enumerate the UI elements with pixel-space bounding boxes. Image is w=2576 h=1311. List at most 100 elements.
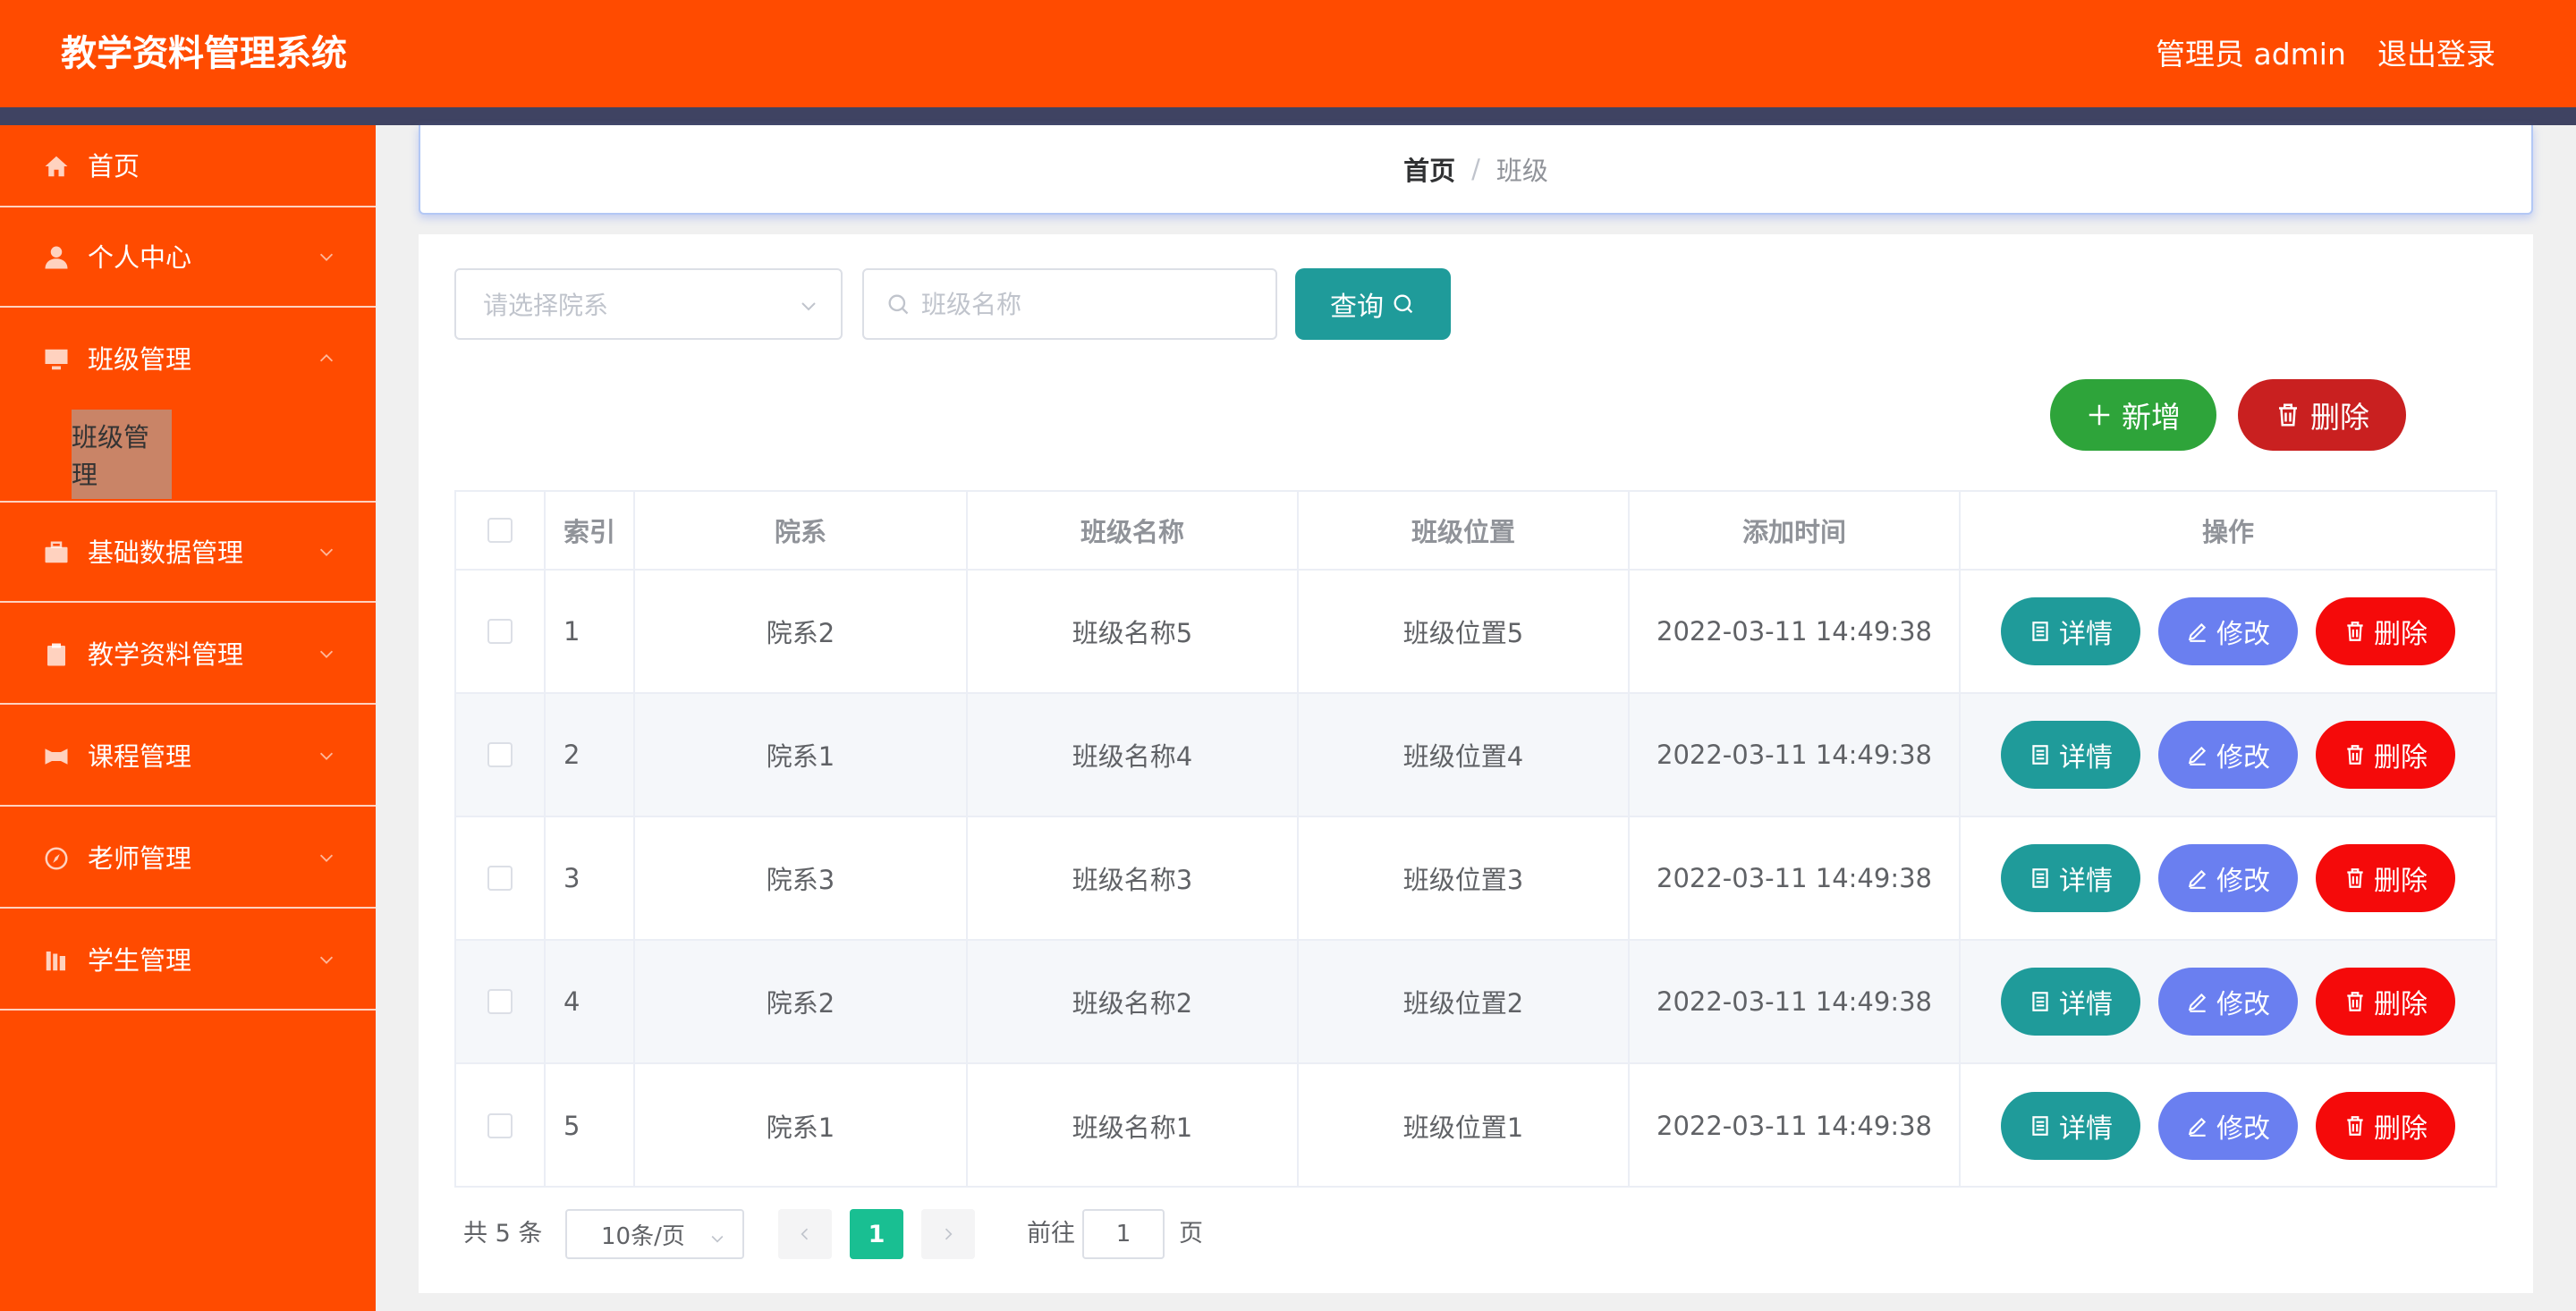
delete-button[interactable]: 删除 — [2316, 1092, 2455, 1160]
breadcrumb-separator: / — [1471, 154, 1480, 184]
cell-add-time: 2022-03-11 14:49:38 — [1630, 941, 1961, 1062]
add-button[interactable]: 新增 — [2050, 379, 2216, 451]
detail-button[interactable]: 详情 — [2001, 1092, 2140, 1160]
sidebar-item-class[interactable]: 班级管理 班级管理 — [0, 309, 376, 503]
table-row: 2 院系1 班级名称4 班级位置4 2022-03-11 14:49:38 详情… — [456, 694, 2496, 817]
trash-icon — [2279, 403, 2297, 427]
delete-button-label: 删除 — [2374, 989, 2428, 1020]
delete-button[interactable]: 删除 — [2316, 968, 2455, 1036]
query-button-label: 查询 — [1330, 292, 1384, 323]
logout-link[interactable]: 退出登录 — [2377, 34, 2496, 75]
delete-button-label: 删除 — [2374, 1113, 2428, 1145]
cell-class-name: 班级名称1 — [968, 1064, 1299, 1188]
department-select[interactable]: 请选择院系 — [454, 268, 843, 340]
edit-button-label: 修改 — [2216, 742, 2270, 774]
cell-index: 5 — [546, 1064, 635, 1188]
sidebar-item-course[interactable]: 课程管理 — [0, 706, 376, 807]
class-name-input[interactable] — [921, 289, 1261, 319]
submenu-item-class-management[interactable]: 班级管理 — [72, 410, 172, 499]
row-checkbox[interactable] — [487, 742, 513, 767]
batch-delete-button-label: 删除 — [2310, 400, 2369, 435]
search-icon — [1394, 294, 1413, 314]
row-select-cell — [456, 941, 546, 1062]
page-number-current[interactable]: 1 — [850, 1209, 903, 1259]
breadcrumb-current: 班级 — [1496, 156, 1548, 186]
cell-actions: 详情 修改 删除 — [1961, 817, 2496, 939]
detail-button[interactable]: 详情 — [2001, 968, 2140, 1036]
chevron-left-icon — [801, 1228, 809, 1240]
edit-icon — [2188, 746, 2207, 765]
edit-button[interactable]: 修改 — [2158, 968, 2298, 1036]
sidebar-item-teacher[interactable]: 老师管理 — [0, 808, 376, 909]
detail-button[interactable]: 详情 — [2001, 844, 2140, 912]
briefcase-icon — [41, 537, 72, 568]
cell-class-location: 班级位置2 — [1299, 941, 1630, 1062]
sidebar-item-student[interactable]: 学生管理 — [0, 910, 376, 1011]
trash-icon — [2347, 745, 2363, 765]
pagination: 共 5 条 10条/页 1 前往 页 — [463, 1209, 1358, 1259]
edit-button[interactable]: 修改 — [2158, 1092, 2298, 1160]
row-checkbox[interactable] — [487, 1113, 513, 1138]
chevron-down-icon — [317, 746, 336, 765]
edit-button[interactable]: 修改 — [2158, 721, 2298, 789]
row-checkbox[interactable] — [487, 866, 513, 891]
page-size-value: 10条/页 — [601, 1222, 685, 1250]
sidebar-item-label: 首页 — [88, 151, 140, 182]
detail-button[interactable]: 详情 — [2001, 597, 2140, 665]
edit-button-label: 修改 — [2216, 1113, 2270, 1145]
document-icon — [2032, 992, 2048, 1011]
select-all-checkbox[interactable] — [487, 518, 513, 543]
user-icon — [41, 242, 72, 273]
row-select-cell — [456, 694, 546, 816]
edit-icon — [2188, 993, 2207, 1012]
header-class-name: 班级名称 — [968, 492, 1299, 569]
cell-index: 3 — [546, 817, 635, 939]
sidebar-item-basic-data[interactable]: 基础数据管理 — [0, 503, 376, 603]
prev-page-button[interactable] — [778, 1209, 832, 1259]
delete-button[interactable]: 删除 — [2316, 844, 2455, 912]
submenu-item-label: 班级管理 — [72, 422, 150, 490]
table-row: 1 院系2 班级名称5 班级位置5 2022-03-11 14:49:38 详情… — [456, 571, 2496, 694]
goto-page-input[interactable] — [1082, 1209, 1165, 1259]
detail-button-label: 详情 — [2059, 1113, 2113, 1145]
edit-button[interactable]: 修改 — [2158, 844, 2298, 912]
breadcrumb-home[interactable]: 首页 — [1403, 150, 1455, 188]
chevron-down-icon — [798, 295, 819, 317]
next-page-button[interactable] — [921, 1209, 975, 1259]
cell-add-time: 2022-03-11 14:49:38 — [1630, 571, 1961, 692]
pagination-total: 共 5 条 — [463, 1220, 543, 1248]
detail-button[interactable]: 详情 — [2001, 721, 2140, 789]
sidebar: 首页 个人中心 班级管理 班级管理 基础数据管理 教学资料管理 课程管理 老师管… — [0, 125, 376, 1311]
edit-icon — [2188, 869, 2207, 889]
chevron-down-icon — [317, 848, 336, 867]
edit-button[interactable]: 修改 — [2158, 597, 2298, 665]
trash-icon — [2347, 992, 2363, 1011]
cell-add-time: 2022-03-11 14:49:38 — [1630, 817, 1961, 939]
query-button[interactable]: 查询 — [1295, 268, 1451, 340]
sidebar-item-profile[interactable]: 个人中心 — [0, 207, 376, 308]
detail-button-label: 详情 — [2059, 866, 2113, 897]
sidebar-item-home[interactable]: 首页 — [0, 125, 376, 207]
user-label: 管理员 admin — [2156, 37, 2346, 72]
edit-button-label: 修改 — [2216, 989, 2270, 1020]
top-header: 教学资料管理系统 管理员 admin 退出登录 — [0, 0, 2576, 107]
cell-department: 院系2 — [635, 571, 968, 692]
document-icon — [2032, 1116, 2048, 1136]
page-size-select[interactable]: 10条/页 — [565, 1209, 744, 1259]
row-checkbox[interactable] — [487, 989, 513, 1014]
cell-index: 2 — [546, 694, 635, 816]
batch-delete-button[interactable]: 删除 — [2238, 379, 2406, 451]
edit-icon — [2188, 1117, 2207, 1137]
cell-class-location: 班级位置3 — [1299, 817, 1630, 939]
breadcrumb: 首页 / 班级 — [419, 125, 2533, 215]
sidebar-row-home[interactable]: 首页 — [0, 125, 376, 207]
delete-button[interactable]: 删除 — [2316, 597, 2455, 665]
delete-button[interactable]: 删除 — [2316, 721, 2455, 789]
class-name-search — [862, 268, 1277, 340]
header-index: 索引 — [546, 492, 635, 569]
sidebar-item-teaching-materials[interactable]: 教学资料管理 — [0, 605, 376, 705]
row-checkbox[interactable] — [487, 619, 513, 644]
sidebar-item-label: 班级管理 — [88, 344, 192, 375]
search-icon — [886, 292, 911, 317]
cell-class-location: 班级位置1 — [1299, 1064, 1630, 1188]
